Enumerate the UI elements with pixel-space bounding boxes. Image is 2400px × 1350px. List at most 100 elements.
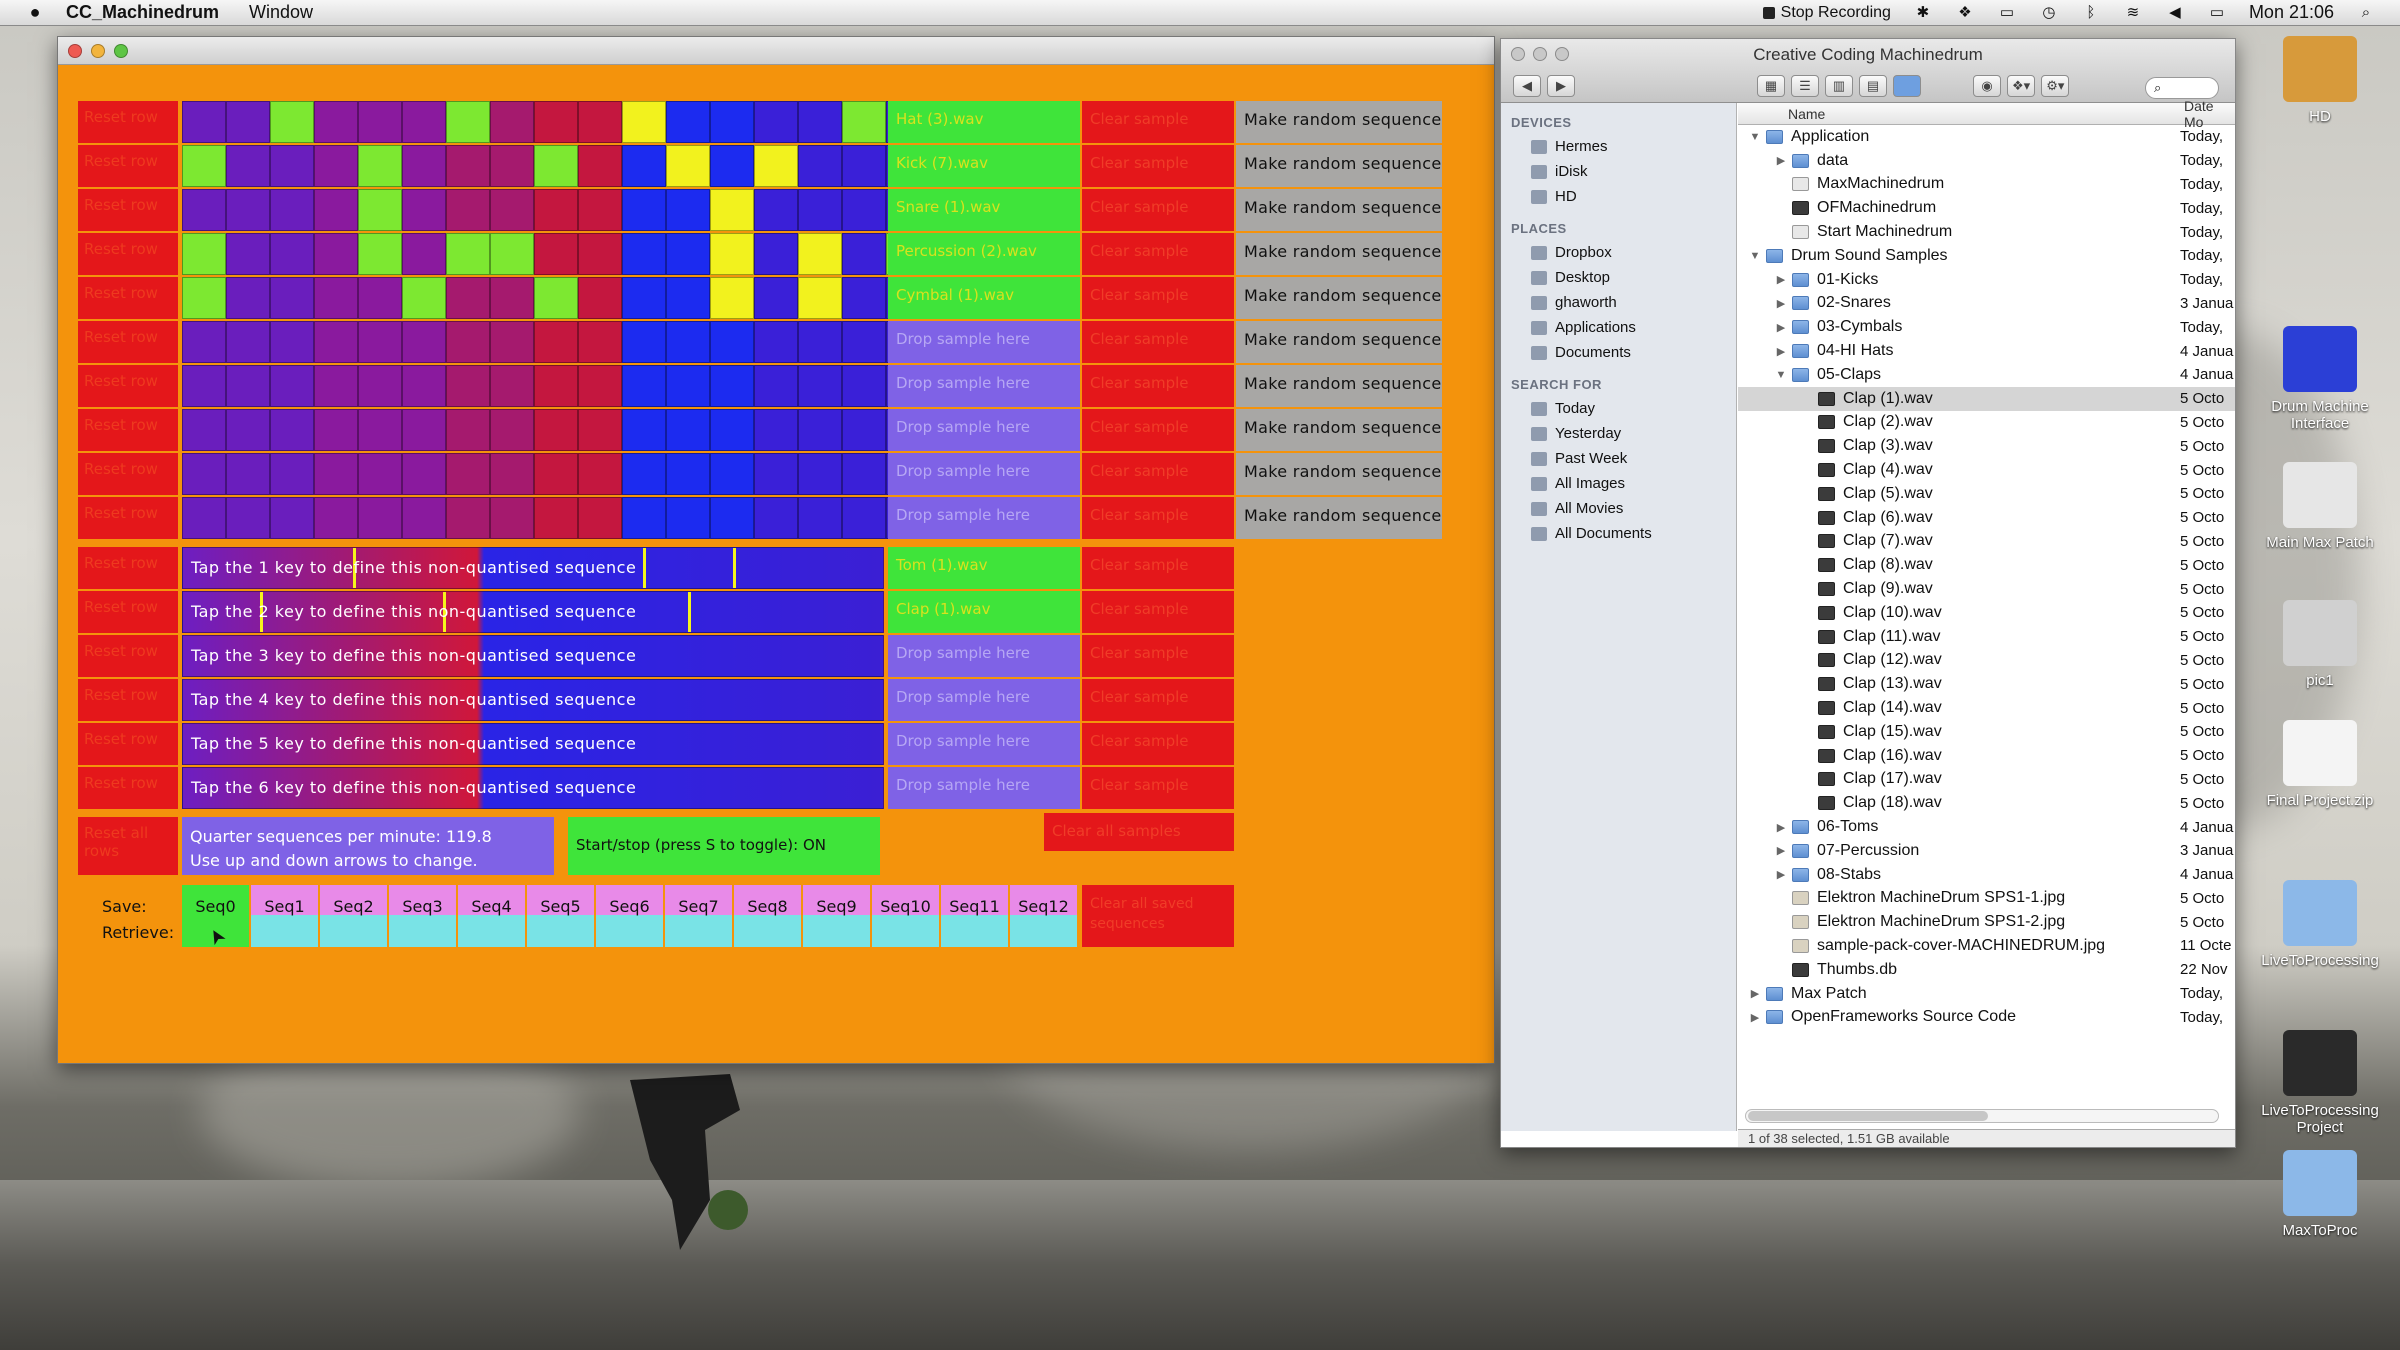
step-cell[interactable]	[270, 101, 314, 143]
clear-sample-button[interactable]: Clear sample	[1082, 189, 1234, 231]
step-cell[interactable]	[358, 145, 402, 187]
step-cell[interactable]	[182, 409, 226, 451]
file-row[interactable]: OFMachinedrum Today,	[1738, 196, 2235, 220]
step-cell[interactable]	[622, 233, 666, 275]
step-cell[interactable]	[754, 101, 798, 143]
file-row[interactable]: ▼ 05-Claps 4 Janua	[1738, 363, 2235, 387]
step-cell[interactable]	[842, 409, 886, 451]
desktop-icon-livetoprocessing-project[interactable]: LiveToProcessing Project	[2255, 1030, 2385, 1136]
step-cell[interactable]	[666, 453, 710, 495]
step-cell[interactable]	[402, 365, 446, 407]
desktop-icon-livetoprocessing[interactable]: LiveToProcessing	[2255, 880, 2385, 969]
display-icon[interactable]: ▭	[1997, 4, 2017, 21]
step-cell[interactable]	[358, 365, 402, 407]
step-cell[interactable]	[534, 233, 578, 275]
reset-row-button[interactable]: Reset row	[78, 365, 178, 407]
file-row[interactable]: ▶ 01-Kicks Today,	[1738, 268, 2235, 292]
step-cell[interactable]	[226, 497, 270, 539]
sample-slot[interactable]: Snare (1).wav	[888, 189, 1080, 231]
step-cell[interactable]	[578, 321, 622, 363]
sample-slot[interactable]: Percussion (2).wav	[888, 233, 1080, 275]
close-window-icon[interactable]	[68, 43, 82, 58]
step-cell[interactable]	[578, 365, 622, 407]
clear-sample-button[interactable]: Clear sample	[1082, 497, 1234, 539]
step-cell[interactable]	[622, 497, 666, 539]
step-cell[interactable]	[578, 277, 622, 319]
clear-sample-button[interactable]: Clear sample	[1082, 679, 1234, 721]
clear-all-samples-button[interactable]: Clear all samples	[1044, 813, 1234, 851]
step-cell[interactable]	[578, 409, 622, 451]
clear-sample-button[interactable]: Clear sample	[1082, 547, 1234, 589]
step-cell[interactable]	[666, 497, 710, 539]
file-row[interactable]: ▶ 02-Snares 3 Janua	[1738, 292, 2235, 316]
step-cell[interactable]	[578, 101, 622, 143]
step-cell[interactable]	[754, 189, 798, 231]
reset-row-button[interactable]: Reset row	[78, 233, 178, 275]
sidebar-item-past-week[interactable]: Past Week	[1501, 446, 1736, 471]
step-cell[interactable]	[314, 497, 358, 539]
reset-row-button[interactable]: Reset row	[78, 679, 178, 721]
step-cell[interactable]	[798, 233, 842, 275]
desktop-icon-pic1[interactable]: pic1	[2255, 600, 2385, 689]
date-column-header[interactable]: Date Mo	[2180, 98, 2235, 130]
make-random-sequence-button[interactable]: Make random sequence	[1236, 233, 1442, 275]
step-cell[interactable]	[358, 497, 402, 539]
file-row[interactable]: Clap (13).wav 5 Octo	[1738, 672, 2235, 696]
step-cell[interactable]	[446, 453, 490, 495]
file-row[interactable]: MaxMachinedrum Today,	[1738, 173, 2235, 197]
step-cell[interactable]	[578, 233, 622, 275]
clear-sample-button[interactable]: Clear sample	[1082, 365, 1234, 407]
make-random-sequence-button[interactable]: Make random sequence	[1236, 453, 1442, 495]
file-row[interactable]: Elektron MachineDrum SPS1-2.jpg 5 Octo	[1738, 910, 2235, 934]
sample-slot[interactable]: Drop sample here	[888, 679, 1080, 721]
time-machine-icon[interactable]: ◷	[2039, 4, 2059, 21]
sequence-slot-seq10[interactable]: Seq10	[872, 885, 939, 947]
step-cell[interactable]	[534, 189, 578, 231]
non-quantised-sequence[interactable]: Tap the 2 key to define this non-quantis…	[182, 591, 884, 633]
clear-sample-button[interactable]: Clear sample	[1082, 635, 1234, 677]
step-cell[interactable]	[666, 145, 710, 187]
step-cell[interactable]	[270, 233, 314, 275]
step-cell[interactable]	[710, 497, 754, 539]
file-row[interactable]: ▶ 06-Toms 4 Janua	[1738, 815, 2235, 839]
step-cell[interactable]	[842, 321, 886, 363]
sequence-slot-seq1[interactable]: Seq1	[251, 885, 318, 947]
step-cell[interactable]	[490, 321, 534, 363]
step-cell[interactable]	[666, 365, 710, 407]
step-cell[interactable]	[490, 277, 534, 319]
step-cell[interactable]	[270, 453, 314, 495]
step-cell[interactable]	[182, 145, 226, 187]
step-cell[interactable]	[534, 145, 578, 187]
disclosure-open-icon[interactable]: ▼	[1774, 369, 1788, 381]
file-row[interactable]: ▶ 07-Percussion 3 Janua	[1738, 839, 2235, 863]
scroll-thumb[interactable]	[1748, 1111, 1988, 1121]
clear-sample-button[interactable]: Clear sample	[1082, 591, 1234, 633]
step-cell[interactable]	[358, 233, 402, 275]
dropbox-status-icon[interactable]: ❖	[1955, 4, 1975, 21]
step-cell[interactable]	[226, 321, 270, 363]
zoom-window-icon[interactable]	[114, 43, 128, 58]
minimize-window-icon[interactable]	[91, 43, 105, 58]
file-row[interactable]: Elektron MachineDrum SPS1-1.jpg 5 Octo	[1738, 887, 2235, 911]
disclosure-open-icon[interactable]: ▼	[1748, 250, 1762, 262]
step-cell[interactable]	[666, 277, 710, 319]
non-quantised-sequence[interactable]: Tap the 6 key to define this non-quantis…	[182, 767, 884, 809]
step-cell[interactable]	[622, 277, 666, 319]
make-random-sequence-button[interactable]: Make random sequence	[1236, 189, 1442, 231]
step-cell[interactable]	[710, 277, 754, 319]
step-cell[interactable]	[798, 321, 842, 363]
step-cell[interactable]	[578, 453, 622, 495]
wifi-icon[interactable]: ≋	[2123, 4, 2143, 21]
make-random-sequence-button[interactable]: Make random sequence	[1236, 497, 1442, 539]
step-cell[interactable]	[666, 233, 710, 275]
clear-sample-button[interactable]: Clear sample	[1082, 277, 1234, 319]
step-cell[interactable]	[710, 453, 754, 495]
list-view-button[interactable]: ☰	[1791, 75, 1819, 97]
step-cell[interactable]	[622, 409, 666, 451]
step-cell[interactable]	[182, 189, 226, 231]
clear-sample-button[interactable]: Clear sample	[1082, 723, 1234, 765]
dropbox-action-icon[interactable]: ❖▾	[2007, 75, 2036, 97]
make-random-sequence-button[interactable]: Make random sequence	[1236, 365, 1442, 407]
step-cell[interactable]	[402, 409, 446, 451]
step-cell[interactable]	[534, 277, 578, 319]
